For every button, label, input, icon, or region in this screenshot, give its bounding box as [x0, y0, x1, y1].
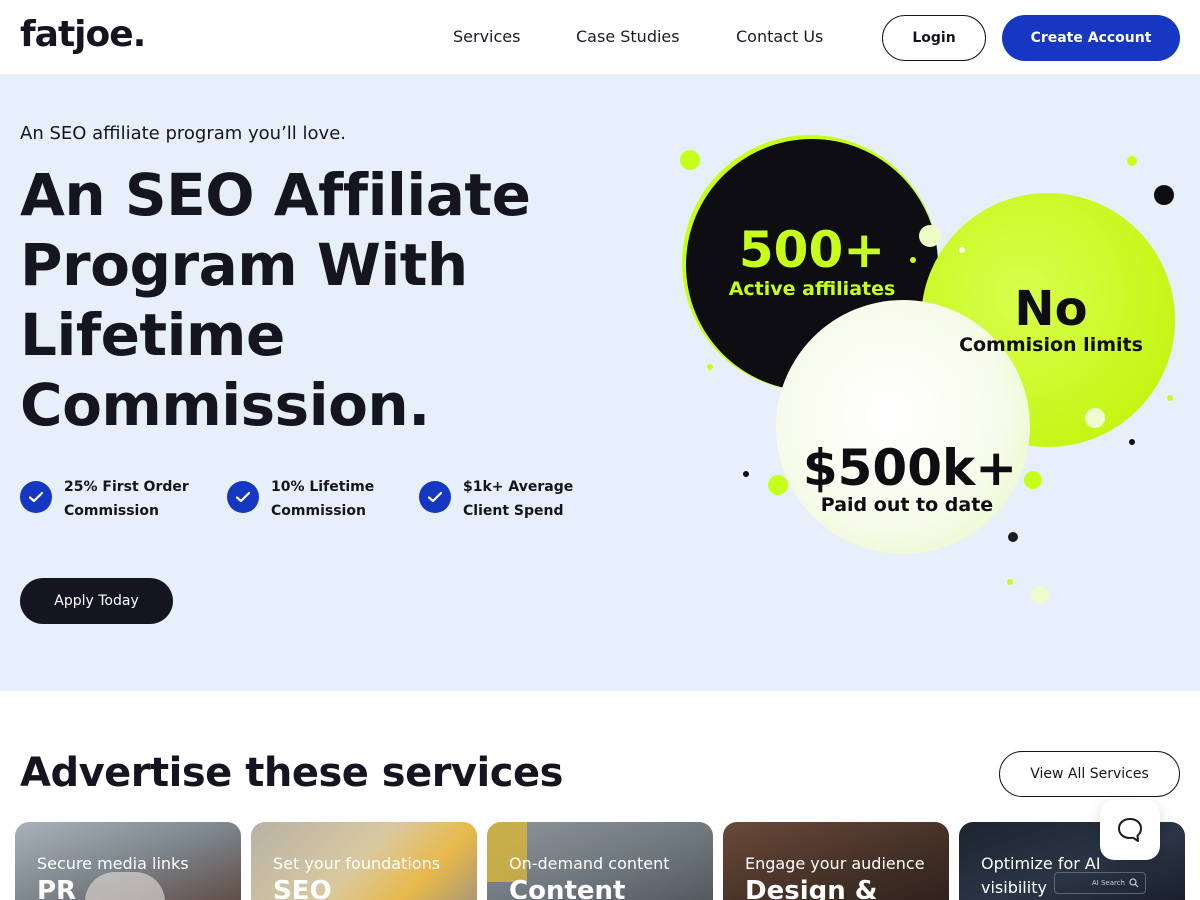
- decor-dot: [959, 247, 965, 253]
- decor-dot: [680, 150, 700, 170]
- chat-widget-button[interactable]: [1100, 800, 1160, 860]
- feature-first-order: 25% First Order Commission: [20, 475, 189, 523]
- feature-line: Commission: [271, 503, 366, 519]
- check-icon: [227, 481, 259, 513]
- card-subtitle: Engage your audience: [745, 854, 925, 873]
- site-header: fatjoe. Services Case Studies Contact Us…: [0, 0, 1200, 75]
- nav-services[interactable]: Services: [453, 27, 520, 46]
- hero-section: An SEO affiliate program you’ll love. An…: [0, 75, 1200, 691]
- create-account-button[interactable]: Create Account: [1002, 15, 1180, 61]
- hero-title: An SEO Affiliate Program With Lifetime C…: [20, 160, 580, 440]
- affiliates-value: 500+: [739, 221, 885, 279]
- feature-text: $1k+ Average Client Spend: [463, 475, 573, 523]
- check-icon: [419, 481, 451, 513]
- decor-dot: [1154, 185, 1174, 205]
- decor-dot: [1007, 579, 1013, 585]
- fatjoe-logo[interactable]: fatjoe.: [20, 14, 146, 55]
- service-card-design[interactable]: Engage your audience Design &: [723, 822, 949, 900]
- card-photo: [85, 872, 165, 900]
- feature-line: 25% First Order: [64, 479, 189, 495]
- apply-today-button[interactable]: Apply Today: [20, 578, 173, 624]
- hero-title-line: Lifetime: [20, 301, 285, 369]
- decor-dot: [743, 471, 749, 477]
- decor-dot: [1085, 408, 1105, 428]
- decor-dot: [707, 364, 713, 370]
- card-title: PR: [37, 876, 77, 900]
- card-title: Content: [509, 876, 626, 900]
- feature-line: Client Spend: [463, 503, 564, 519]
- feature-text: 25% First Order Commission: [64, 475, 189, 523]
- decor-dot: [1024, 471, 1042, 489]
- decor-dot: [1127, 156, 1137, 166]
- check-icon: [20, 481, 52, 513]
- feature-line: $1k+ Average: [463, 479, 574, 495]
- hero-title-line: Commission.: [20, 371, 430, 439]
- decor-dot: [910, 257, 916, 263]
- decor-dot: [1129, 439, 1135, 445]
- card-subtitle: On-demand content: [509, 854, 670, 873]
- view-all-services-button[interactable]: View All Services: [999, 751, 1180, 797]
- limits-label: Commision limits: [959, 334, 1143, 356]
- services-heading: Advertise these services: [20, 750, 563, 796]
- card-subtitle: Set your foundations: [273, 854, 441, 873]
- decor-dot: [768, 475, 788, 495]
- decor-dot: [1167, 395, 1173, 401]
- service-card-seo[interactable]: Set your foundations SEO: [251, 822, 477, 900]
- login-button[interactable]: Login: [882, 15, 986, 61]
- decor-dot: [1008, 532, 1018, 542]
- feature-text: 10% Lifetime Commission: [271, 475, 374, 523]
- feature-client-spend: $1k+ Average Client Spend: [419, 475, 573, 523]
- hero-title-line: An SEO Affiliate: [20, 161, 531, 229]
- decor-dot: [1031, 586, 1049, 604]
- card-subtitle: Secure media links: [37, 854, 189, 873]
- hero-eyebrow: An SEO affiliate program you’ll love.: [20, 123, 346, 144]
- service-card-content[interactable]: On-demand content Content: [487, 822, 713, 900]
- decor-dot: [919, 225, 941, 247]
- card-title: SEO: [273, 876, 332, 900]
- paid-label: Paid out to date: [821, 494, 993, 516]
- nav-contact-us[interactable]: Contact Us: [736, 27, 823, 46]
- feature-line: 10% Lifetime: [271, 479, 375, 495]
- affiliates-label: Active affiliates: [729, 278, 896, 300]
- nav-case-studies[interactable]: Case Studies: [576, 27, 680, 46]
- paid-value: $500k+: [803, 439, 1017, 497]
- chat-icon: [1118, 818, 1142, 842]
- stats-illustration: 500+ Active affiliates No Commision limi…: [680, 135, 1175, 604]
- feature-lifetime: 10% Lifetime Commission: [227, 475, 374, 523]
- feature-line: Commission: [64, 503, 159, 519]
- hero-title-line: Program With: [20, 231, 468, 299]
- service-card-pr[interactable]: Secure media links PR: [15, 822, 241, 900]
- card-title: Design &: [745, 876, 878, 900]
- limits-value: No: [1014, 281, 1087, 337]
